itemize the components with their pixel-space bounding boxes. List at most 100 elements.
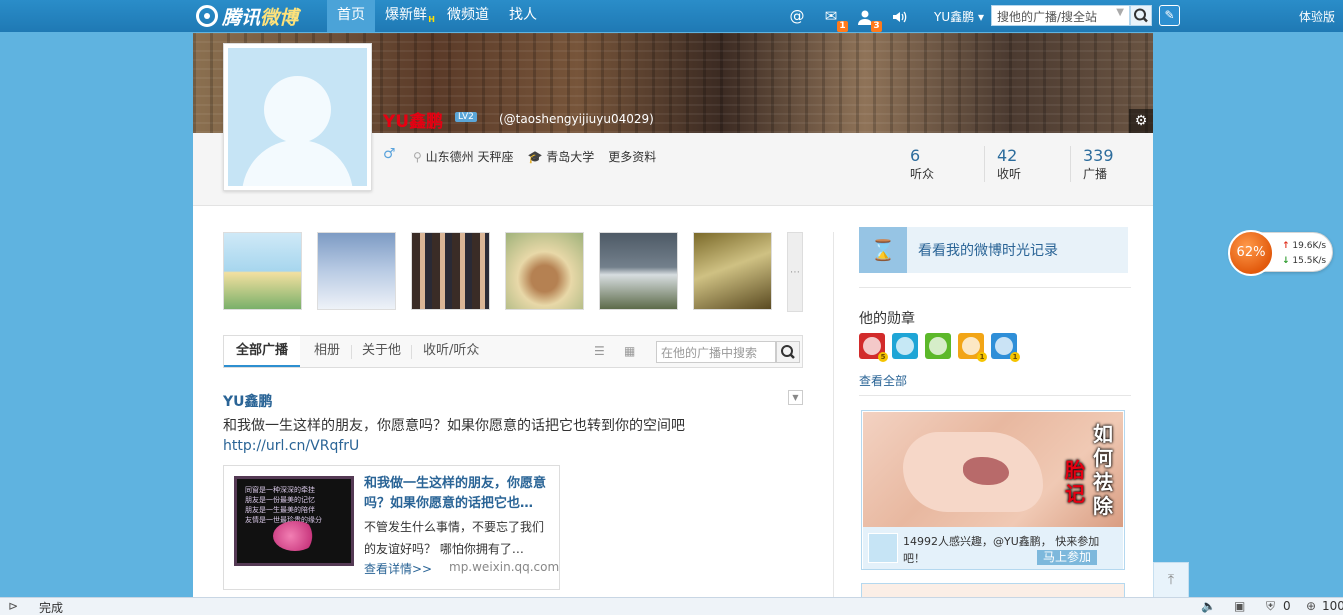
sidebar-ad[interactable]: 如何祛除 胎记 14992人感兴趣，@YU鑫鹏， 快来参加吧！ 马上参加 xyxy=(861,410,1125,570)
medal-badge[interactable]: 1 xyxy=(958,333,987,362)
search-placeholder: 搜他的广播/搜全站 xyxy=(997,10,1098,24)
post-menu-chevron-icon[interactable]: ▼ xyxy=(788,390,803,405)
network-speed-widget[interactable]: 62% ↑ 19.6K/s ↓ 15.5K/s xyxy=(1228,230,1333,276)
feed-tabs: 全部广播 相册 关于他 收听/听众 ☰ ▦ 在他的广播中搜索 xyxy=(223,335,803,368)
ad-headline-1: 如何祛除 xyxy=(1093,422,1113,518)
post-link[interactable]: http://url.cn/VRqfrU xyxy=(223,438,359,454)
medal-badge[interactable]: 1 xyxy=(991,333,1020,362)
arrow-up-icon: ⤒ xyxy=(1167,572,1175,588)
tab-albums[interactable]: 相册 xyxy=(314,336,340,367)
mail-badge: 1 xyxy=(837,21,848,32)
tab-listen[interactable]: 收听/听众 xyxy=(423,336,479,367)
avatar[interactable] xyxy=(223,43,372,191)
tab-separator xyxy=(411,345,412,359)
male-gender-icon: ♂ xyxy=(383,146,396,162)
feed-search-button[interactable] xyxy=(776,341,800,363)
stat-listeners-count: 6 xyxy=(910,146,921,165)
card-view-details-link[interactable]: 查看详情>> xyxy=(364,560,432,577)
medals-title: 他的勋章 xyxy=(859,311,915,327)
download-speed: ↓ 15.5K/s xyxy=(1282,256,1326,266)
list-view-icon[interactable]: ☰ xyxy=(594,344,605,358)
feed-search-input[interactable]: 在他的广播中搜索 xyxy=(656,341,776,363)
sidebar-toggle-icon[interactable]: ⊳ xyxy=(8,599,18,613)
user-badge: 3 xyxy=(871,21,882,32)
blocked-counter: 0 xyxy=(1283,599,1291,613)
mute-icon[interactable]: 🔈 xyxy=(1201,599,1216,613)
link-preview-card[interactable]: 同窗是一种深深的牵挂 朋友是一份最美的记忆 朋友是一生最美的陪伴 友情是一世最珍贵的缘… xyxy=(223,465,560,590)
at-icon[interactable]: @ xyxy=(786,5,808,27)
hot-badge: H xyxy=(428,15,435,24)
more-info-link[interactable]: 更多资料 xyxy=(608,148,656,165)
school-info: 🎓 青岛大学 xyxy=(527,148,594,165)
nav-home-label: 首页 xyxy=(337,7,365,23)
zoom-level[interactable]: 100 xyxy=(1322,599,1343,613)
status-text: 完成 xyxy=(39,601,64,615)
default-avatar-image xyxy=(228,48,367,186)
sidebar-divider xyxy=(859,395,1131,396)
toolbox-icon[interactable]: ▣ xyxy=(1234,599,1245,613)
join-now-button[interactable]: 马上参加 xyxy=(1037,550,1098,565)
top-navigation-bar: 腾讯 微博 首页 爆新鲜 H 微频道 找人 @ ✉ 1 3 YU鑫鹏 ▾ 搜他的广播/… xyxy=(0,0,1343,32)
tencent-weibo-logo[interactable]: 腾讯 微博 xyxy=(196,4,298,29)
arrow-down-icon: ↓ xyxy=(1282,256,1290,266)
tab-separator xyxy=(351,345,352,359)
nav-find-people-label: 找人 xyxy=(509,7,537,23)
sidebar-divider xyxy=(859,287,1131,288)
gear-icon[interactable]: ⚙ xyxy=(1129,109,1153,133)
column-divider xyxy=(833,232,834,598)
logo-text: 腾讯 xyxy=(222,6,261,29)
view-all-medals-link[interactable]: 查看全部 xyxy=(859,372,907,389)
timeline-record-button[interactable]: ⌛ 看看我的微博时光记录 xyxy=(859,227,1128,273)
level-badge: LV2 xyxy=(455,112,477,122)
user-icon[interactable]: 3 xyxy=(854,5,882,32)
search-input[interactable]: 搜他的广播/搜全站 ▼ xyxy=(991,5,1130,26)
photo-thumbnail[interactable] xyxy=(693,232,772,310)
graduation-cap-icon: 🎓 xyxy=(527,150,543,164)
nav-find-people[interactable]: 找人 xyxy=(499,0,547,32)
profile-name: YU鑫鹏 xyxy=(383,112,444,132)
card-description: 不管发生什么事情，不要忘了我们的友谊好吗？ 哪怕你拥有了… xyxy=(364,520,545,556)
upload-speed: ↑ 19.6K/s xyxy=(1282,241,1326,251)
nav-channels[interactable]: 微频道 xyxy=(437,0,499,32)
search-icon xyxy=(1134,8,1148,23)
trial-version-link[interactable]: 体验版 xyxy=(1299,8,1335,25)
speed-percent: 62% xyxy=(1228,230,1274,276)
photo-thumbnail[interactable] xyxy=(505,232,584,310)
hourglass-icon: ⌛ xyxy=(859,227,907,273)
location-text: 山东德州 天秤座 xyxy=(425,150,514,164)
mail-icon[interactable]: ✉ 1 xyxy=(820,5,848,32)
shield-icon[interactable]: ⛨ xyxy=(1266,599,1275,614)
location-pin-icon: ⚲ xyxy=(413,150,422,164)
zoom-icon[interactable]: ⊕ xyxy=(1306,599,1316,613)
nav-channels-label: 微频道 xyxy=(447,7,489,23)
medal-list: 5 1 1 xyxy=(859,333,1020,362)
search-button[interactable] xyxy=(1130,5,1152,26)
post-author[interactable]: YU鑫鹏 xyxy=(223,391,273,411)
photo-thumbnail[interactable] xyxy=(411,232,490,310)
photo-thumbnail[interactable] xyxy=(599,232,678,310)
stat-following[interactable]: 42 收听 xyxy=(984,146,1070,182)
medal-badge[interactable] xyxy=(892,333,918,359)
speaker-icon[interactable] xyxy=(888,5,910,27)
nav-hot-news[interactable]: 爆新鲜 H xyxy=(375,0,437,32)
user-menu[interactable]: YU鑫鹏 ▾ xyxy=(934,8,984,25)
tab-all-broadcasts[interactable]: 全部广播 xyxy=(224,336,301,367)
photo-thumbnail[interactable] xyxy=(317,232,396,310)
compose-button[interactable]: ✎ xyxy=(1159,5,1180,26)
card-title[interactable]: 和我做一生这样的朋友，你愿意吗？如果你愿意的话把它也… xyxy=(364,474,552,514)
medal-level: 1 xyxy=(977,352,987,362)
medal-badge[interactable] xyxy=(925,333,951,359)
stat-listeners-label: 听众 xyxy=(910,167,935,181)
back-to-top-button[interactable]: ⤒ xyxy=(1153,562,1189,598)
stat-listeners[interactable]: 6 听众 xyxy=(898,146,984,182)
calendar-view-icon[interactable]: ▦ xyxy=(624,344,635,358)
tab-about[interactable]: 关于他 xyxy=(362,336,401,367)
medal-badge[interactable]: 5 xyxy=(859,333,888,362)
nav-home[interactable]: 首页 xyxy=(327,0,375,32)
stat-broadcasts-label: 广播 xyxy=(1083,167,1108,181)
nav-hot-news-label: 爆新鲜 xyxy=(385,7,427,23)
photo-thumbnail[interactable] xyxy=(223,232,302,310)
stat-broadcasts[interactable]: 339 广播 xyxy=(1070,146,1156,182)
photo-strip-more-button[interactable]: ⋯ xyxy=(787,232,803,312)
search-scope-chevron-icon[interactable]: ▼ xyxy=(1116,7,1124,18)
